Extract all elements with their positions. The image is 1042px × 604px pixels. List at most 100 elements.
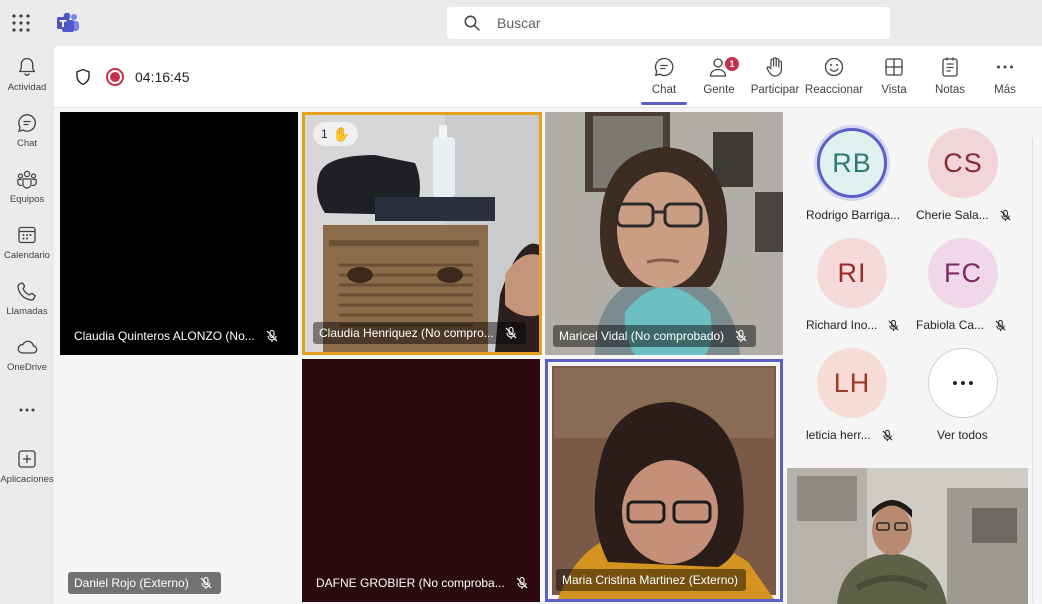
layout-grid-icon: [885, 58, 903, 76]
rail-item-calls[interactable]: Llamadas: [0, 270, 54, 326]
participant-name: Richard Ino...: [806, 318, 878, 332]
rail-item-chat[interactable]: Chat: [0, 102, 54, 158]
rail-item-teams[interactable]: Equipos: [0, 158, 54, 214]
more-dots-icon: [953, 381, 973, 385]
phone-icon: [17, 282, 36, 301]
title-bar: [0, 0, 1042, 46]
video-tile[interactable]: DAFNE GROBIER (No comproba...: [302, 359, 540, 602]
avatar-initials: RB: [832, 147, 872, 178]
rail-item-calendar[interactable]: Calendario: [0, 214, 54, 270]
mic-off-icon: [888, 319, 899, 331]
video-tile[interactable]: Claudia Quinteros ALONZO (No...: [60, 112, 298, 355]
view-button[interactable]: Vista: [879, 56, 909, 102]
chat-button[interactable]: Chat: [647, 56, 681, 102]
participant-name: Claudia Henriquez (No compro...: [319, 326, 494, 340]
notes-icon: [942, 57, 958, 77]
emoji-icon: [824, 57, 844, 77]
avatar[interactable]: RI: [817, 238, 887, 308]
participant-name-plate: DAFNE GROBIER (No comproba...: [310, 572, 537, 594]
rail-label: Chat: [16, 138, 38, 149]
participant-name: Daniel Rojo (Externo): [74, 576, 189, 590]
rail-item-activity[interactable]: Actividad: [0, 46, 54, 102]
panel-divider: [1032, 138, 1033, 602]
notes-button[interactable]: Notas: [934, 56, 966, 102]
mic-off-icon: [516, 576, 528, 589]
video-tile-active-speaker[interactable]: Maria Cristina Martinez (Externo): [545, 359, 783, 602]
avatar[interactable]: FC: [928, 238, 998, 308]
raise-hand-label: Participar: [750, 84, 800, 96]
meeting-toolbar: 04:16:45 Chat Gente 1 Participar Reaccio…: [54, 46, 1042, 108]
teams-logo-icon[interactable]: [56, 11, 80, 35]
react-button[interactable]: Reaccionar: [804, 56, 864, 102]
avatar-initials: RI: [837, 257, 867, 288]
rail-label: Actividad: [7, 82, 47, 93]
mic-off-icon: [200, 576, 212, 589]
apps-grid-icon[interactable]: [10, 12, 32, 34]
rail-item-apps[interactable]: Aplicaciones: [0, 438, 54, 494]
more-button[interactable]: Más: [992, 56, 1018, 102]
rail-label: Aplicaciones: [0, 474, 54, 485]
see-all-button[interactable]: [928, 348, 998, 418]
participant-name: leticia herr...: [806, 428, 871, 442]
avatar-initials: FC: [944, 257, 982, 288]
avatar-speaking[interactable]: RB: [817, 128, 887, 198]
participant-name-plate: Daniel Rojo (Externo): [68, 572, 221, 594]
self-view-tile[interactable]: [787, 468, 1028, 604]
teams-icon: [17, 170, 37, 189]
video-tile[interactable]: Maricel Vidal (No comprobado): [545, 112, 783, 355]
shield-icon[interactable]: [74, 68, 92, 86]
search-input[interactable]: [497, 15, 857, 31]
video-feed: [305, 115, 539, 352]
avatar[interactable]: CS: [928, 128, 998, 198]
active-tab-indicator: [641, 102, 687, 105]
participant-name: Cherie Sala...: [916, 208, 989, 222]
avatar-initials: LH: [833, 367, 871, 398]
participant-name: Maricel Vidal (No comprobado): [559, 329, 725, 343]
roster-name: Fabiola Ca...: [916, 318, 1007, 332]
chat-icon: [18, 114, 36, 133]
mic-off-icon: [735, 329, 747, 342]
participant-name: DAFNE GROBIER (No comproba...: [316, 576, 505, 590]
video-feed: [548, 362, 780, 599]
avatar[interactable]: LH: [817, 348, 887, 418]
meeting-timer: 04:16:45: [135, 69, 190, 85]
chat-label: Chat: [651, 84, 677, 96]
participant-name: Rodrigo Barriga...: [806, 208, 901, 222]
bell-icon: [18, 57, 36, 76]
add-apps-icon: [18, 450, 36, 468]
participant-name: Claudia Quinteros ALONZO (No...: [74, 329, 255, 343]
search-box[interactable]: [447, 7, 890, 39]
raised-hand-order: 1: [321, 127, 328, 141]
react-label: Reaccionar: [804, 84, 864, 96]
raised-hand-icon: ✋: [332, 125, 351, 142]
video-feed: [545, 112, 783, 355]
meeting-stage: 04:16:45 Chat Gente 1 Participar Reaccio…: [54, 46, 1042, 604]
video-tile[interactable]: Daniel Rojo (Externo): [60, 359, 298, 602]
avatar-initials: CS: [943, 147, 983, 178]
chat-icon: [654, 57, 674, 77]
rail-label: Equipos: [9, 194, 45, 205]
more-label: Más: [994, 84, 1016, 96]
rail-label: Llamadas: [6, 306, 48, 317]
cloud-icon: [17, 340, 38, 354]
roster-name: Rodrigo Barriga...: [806, 208, 900, 222]
notification-badge: 1: [725, 57, 739, 71]
rail-item-onedrive[interactable]: OneDrive: [0, 326, 54, 382]
participant-name-plate: Claudia Quinteros ALONZO (No...: [68, 325, 287, 347]
view-label: Vista: [881, 84, 907, 96]
participant-name-plate: Claudia Henriquez (No compro...: [313, 322, 526, 344]
video-tile-raised-hand[interactable]: 1 ✋ Claudia Henriquez (No compro...: [302, 112, 542, 355]
participant-name-plate: Maria Cristina Martinez (Externo): [556, 569, 747, 591]
rail-label: OneDrive: [6, 362, 48, 373]
see-all-label[interactable]: Ver todos: [937, 428, 988, 442]
rail-more-button[interactable]: [0, 390, 54, 430]
more-dots-icon: [19, 408, 35, 412]
mic-off-icon: [266, 329, 278, 342]
participant-name: Fabiola Ca...: [916, 318, 985, 332]
app-rail: Actividad Chat Equipos Calendario Llamad…: [0, 46, 54, 604]
participant-name: Maria Cristina Martinez (Externo): [562, 573, 739, 587]
roster-name: leticia herr...: [806, 428, 894, 442]
people-label: Gente: [703, 84, 735, 96]
raise-hand-button[interactable]: Participar: [750, 56, 800, 102]
more-dots-icon: [997, 65, 1013, 69]
